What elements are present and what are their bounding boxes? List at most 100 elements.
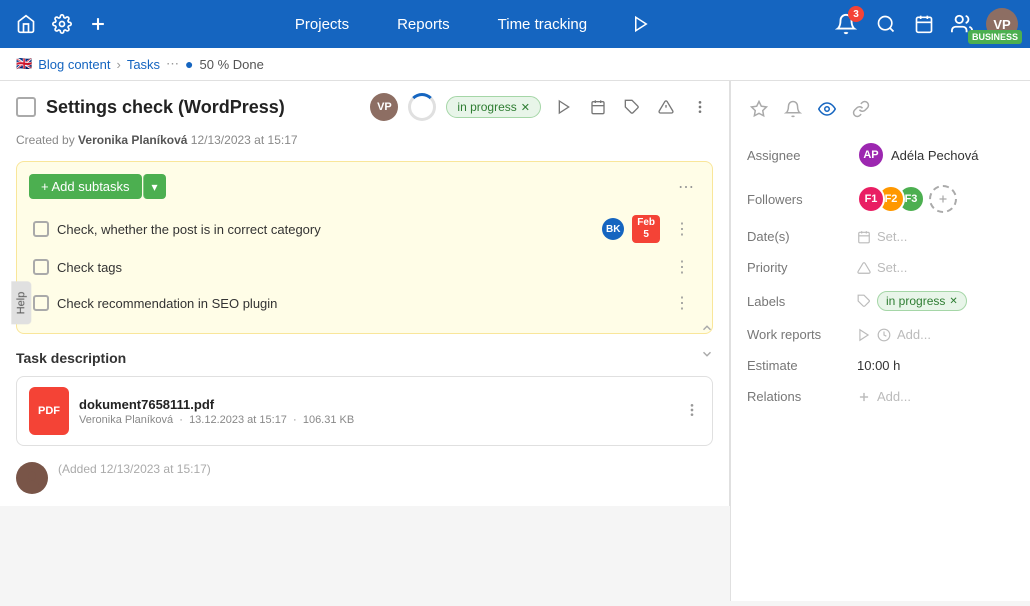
- subtask-more-icon-1[interactable]: ⋮: [668, 217, 696, 241]
- labels-value: in progress ✕: [857, 291, 1014, 311]
- subtasks-menu-icon[interactable]: ⋯: [672, 175, 700, 199]
- labels-row: Labels in progress ✕: [747, 291, 1014, 311]
- creator-name: Veronika Planíková: [78, 133, 187, 147]
- attachment-name: dokument7658111.pdf: [79, 397, 674, 412]
- tag-task-icon[interactable]: [619, 94, 645, 120]
- subtask-label-1: Check, whether the post is in correct ca…: [57, 222, 594, 237]
- assignee-avatar: AP: [857, 141, 885, 169]
- flag-icon: 🇬🇧: [16, 56, 32, 72]
- link-icon[interactable]: [849, 97, 873, 121]
- breadcrumb: 🇬🇧 Blog content › Tasks ⋯ ● 50 % Done: [0, 48, 1030, 81]
- left-panel: Settings check (WordPress) VP in progres…: [0, 81, 730, 506]
- task-header: Settings check (WordPress) VP in progres…: [16, 93, 713, 121]
- star-icon[interactable]: [747, 97, 771, 121]
- nav-projects[interactable]: Projects: [287, 12, 357, 37]
- notification-badge: 3: [848, 6, 864, 22]
- attachment: PDF dokument7658111.pdf Veronika Planíko…: [16, 376, 713, 446]
- right-panel: Assignee AP Adéla Pechová Followers F1 F…: [730, 81, 1030, 601]
- task-title: Settings check (WordPress): [46, 97, 360, 118]
- subtask-more-icon-2[interactable]: ⋮: [668, 255, 696, 279]
- priority-placeholder[interactable]: Set...: [877, 260, 907, 275]
- comment-avatar: [16, 462, 48, 494]
- created-at: 12/13/2023 at 15:17: [191, 133, 298, 147]
- scroll-arrows: [692, 313, 722, 369]
- followers-row: Followers F1 F2 F3: [747, 185, 1014, 213]
- subtask-item: Check recommendation in SEO plugin ⋮: [29, 285, 700, 321]
- task-loading-spinner: [408, 93, 436, 121]
- warning-task-icon[interactable]: [653, 94, 679, 120]
- subtask-item: Check tags ⋮: [29, 249, 700, 285]
- task-status-badge[interactable]: in progress ✕: [446, 96, 541, 118]
- breadcrumb-section[interactable]: Tasks: [127, 57, 160, 72]
- priority-value[interactable]: Set...: [857, 260, 1014, 275]
- notification-button[interactable]: 3: [830, 8, 862, 40]
- right-panel-icons: [747, 97, 1014, 121]
- subtask-checkbox-1[interactable]: [33, 221, 49, 237]
- nav-time-tracking[interactable]: Time tracking: [490, 12, 595, 37]
- add-follower-button[interactable]: [929, 185, 957, 213]
- work-reports-value: Add...: [857, 327, 1014, 342]
- task-checkbox[interactable]: [16, 97, 36, 117]
- bell-icon[interactable]: [781, 97, 805, 121]
- subtask-item: Check, whether the post is in correct ca…: [29, 209, 700, 249]
- play-task-icon[interactable]: [551, 94, 577, 120]
- relations-value[interactable]: Add...: [857, 389, 1014, 404]
- eye-icon[interactable]: [815, 97, 839, 121]
- dates-placeholder[interactable]: Set...: [877, 229, 907, 244]
- task-actions: [551, 94, 713, 120]
- pdf-icon: PDF: [29, 387, 69, 435]
- subtask-label-3: Check recommendation in SEO plugin: [57, 296, 660, 311]
- work-reports-add[interactable]: Add...: [897, 327, 931, 342]
- attachment-menu-icon[interactable]: [684, 402, 700, 421]
- task-description-title: Task description: [16, 350, 713, 366]
- user-avatar-wrapper[interactable]: VP BUSINESS: [986, 8, 1018, 40]
- subtask-checkbox-2[interactable]: [33, 259, 49, 275]
- attachment-info: dokument7658111.pdf Veronika Planíková ·…: [79, 397, 674, 426]
- created-by: Created by Veronika Planíková 12/13/2023…: [16, 133, 713, 147]
- help-tab[interactable]: Help: [11, 282, 31, 325]
- label-badge[interactable]: in progress ✕: [877, 291, 967, 311]
- scroll-down-icon[interactable]: [696, 343, 718, 365]
- add-subtasks-dropdown[interactable]: ▾: [143, 174, 166, 199]
- assignee-name: Adéla Pechová: [891, 148, 978, 163]
- main-layout: Help Settings check (WordPress) VP in pr…: [0, 81, 1030, 601]
- attachment-meta: Veronika Planíková · 13.12.2023 at 15:17…: [79, 414, 674, 426]
- work-reports-label: Work reports: [747, 327, 857, 342]
- relations-add[interactable]: Add...: [877, 389, 911, 404]
- play-icon[interactable]: [627, 10, 655, 38]
- home-icon[interactable]: [12, 10, 40, 38]
- comment-section: (Added 12/13/2023 at 15:17): [16, 462, 713, 494]
- relations-label: Relations: [747, 389, 857, 404]
- dates-row: Date(s) Set...: [747, 229, 1014, 244]
- search-icon[interactable]: [872, 10, 900, 38]
- calendar-icon[interactable]: [910, 10, 938, 38]
- dates-label: Date(s): [747, 229, 857, 244]
- subtask-date-1: Feb 5: [632, 215, 660, 243]
- followers-value: F1 F2 F3: [857, 185, 1014, 213]
- assignee-value: AP Adéla Pechová: [857, 141, 1014, 169]
- dates-value[interactable]: Set...: [857, 229, 1014, 244]
- label-close-icon[interactable]: ✕: [949, 296, 957, 307]
- assignee-row: Assignee AP Adéla Pechová: [747, 141, 1014, 169]
- add-subtasks-group: + Add subtasks ▾: [29, 174, 166, 199]
- estimate-value[interactable]: 10:00 h: [857, 358, 1014, 373]
- work-reports-row: Work reports Add...: [747, 327, 1014, 342]
- more-task-icon[interactable]: [687, 94, 713, 120]
- comment-added-label: (Added 12/13/2023 at 15:17): [58, 462, 211, 476]
- topnav: Projects Reports Time tracking 3 VP BUSI…: [0, 0, 1030, 48]
- gear-icon[interactable]: [48, 10, 76, 38]
- business-badge: BUSINESS: [968, 30, 1022, 44]
- breadcrumb-project[interactable]: Blog content: [38, 57, 110, 72]
- scroll-up-icon[interactable]: [696, 317, 718, 339]
- calendar-task-icon[interactable]: [585, 94, 611, 120]
- add-subtasks-button[interactable]: + Add subtasks: [29, 174, 142, 199]
- subtask-avatar-1: BK: [602, 218, 624, 240]
- add-icon[interactable]: [84, 10, 112, 38]
- subtask-checkbox-3[interactable]: [33, 295, 49, 311]
- status-label: in progress: [457, 100, 516, 114]
- nav-reports[interactable]: Reports: [389, 12, 458, 37]
- subtask-more-icon-3[interactable]: ⋮: [668, 291, 696, 315]
- left-panel-wrapper: Settings check (WordPress) VP in progres…: [0, 81, 730, 601]
- status-close-icon[interactable]: ✕: [521, 101, 530, 114]
- subtasks-header: + Add subtasks ▾ ⋯: [29, 174, 700, 199]
